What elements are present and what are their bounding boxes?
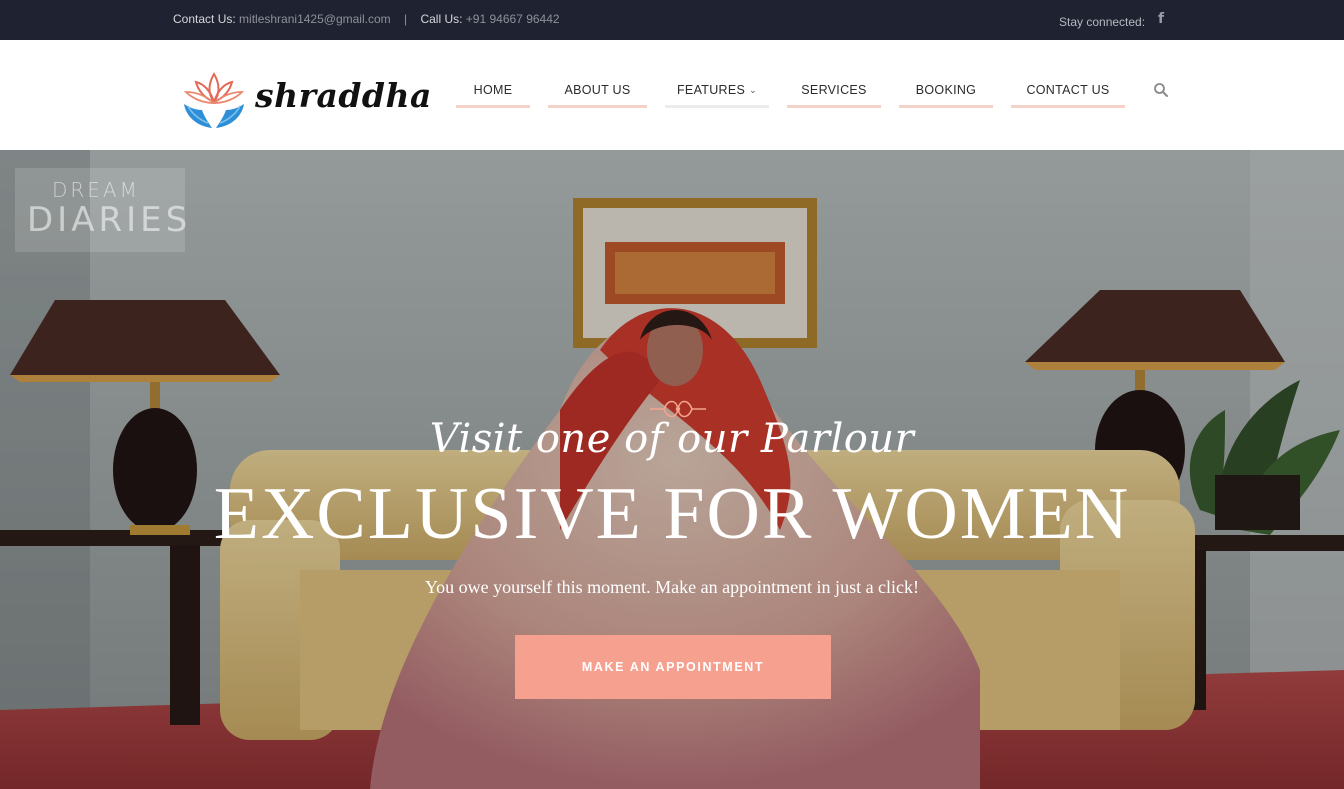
top-bar: Contact Us: mitleshrani1425@gmail.com | … — [0, 0, 1344, 40]
site-logo[interactable]: shraddha — [178, 70, 431, 130]
make-appointment-button[interactable]: MAKE AN APPOINTMENT — [515, 635, 831, 699]
nav-underline — [1011, 105, 1125, 108]
nav-label: FEATURES — [677, 83, 746, 97]
nav-services[interactable]: SERVICES — [787, 83, 881, 108]
nav-label-wrap: FEATURES ⌄ — [665, 83, 769, 98]
nav-underline — [899, 105, 993, 108]
nav-label: HOME — [473, 83, 513, 97]
chevron-down-icon: ⌄ — [749, 85, 757, 95]
watermark-line2: DIARIES — [27, 200, 192, 240]
nav-booking[interactable]: BOOKING — [899, 83, 993, 108]
nav-contact-us[interactable]: CONTACT US — [1011, 83, 1125, 108]
nav-home[interactable]: HOME — [456, 83, 530, 108]
contact-email-link[interactable]: mitleshrani1425@gmail.com — [239, 12, 391, 26]
hero-headline: EXCLUSIVE FOR WOMEN — [213, 473, 1131, 555]
search-icon[interactable] — [1153, 82, 1169, 98]
nav-underline — [665, 105, 769, 108]
logo-text: shraddha — [255, 76, 432, 115]
nav-label: ABOUT US — [564, 83, 631, 97]
facebook-icon[interactable]: f — [1158, 11, 1164, 27]
hero-script-title: Visit one of our Parlour — [429, 416, 915, 462]
nav-label: BOOKING — [915, 83, 977, 97]
hero-tagline: You owe yourself this moment. Make an ap… — [424, 577, 920, 597]
lotus-hands-icon — [183, 72, 245, 128]
nav-underline — [548, 105, 647, 108]
nav-underline — [787, 105, 881, 108]
nav-underline — [456, 105, 530, 108]
nav-label: SERVICES — [801, 83, 867, 97]
contact-separator: | — [403, 12, 408, 26]
watermark-line1: DREAM — [52, 178, 140, 202]
call-number-link[interactable]: +91 94667 96442 — [466, 12, 560, 26]
contact-label: Contact Us: — [173, 12, 236, 26]
stay-connected-label: Stay connected: — [1059, 15, 1146, 29]
nav-about-us[interactable]: ABOUT US — [548, 83, 647, 108]
dream-diaries-watermark: DREAM DIARIES — [15, 168, 187, 252]
contact-info: Contact Us: mitleshrani1425@gmail.com | … — [173, 12, 560, 26]
site-header: shraddha HOME ABOUT US FEATURES ⌄ SERVICE… — [0, 40, 1344, 150]
call-label: Call Us: — [420, 12, 463, 26]
hero-section: DREAM DIARIES Visit one of our Parlour E… — [0, 150, 1344, 789]
nav-features[interactable]: FEATURES ⌄ — [665, 83, 769, 108]
nav-label: CONTACT US — [1026, 83, 1110, 97]
